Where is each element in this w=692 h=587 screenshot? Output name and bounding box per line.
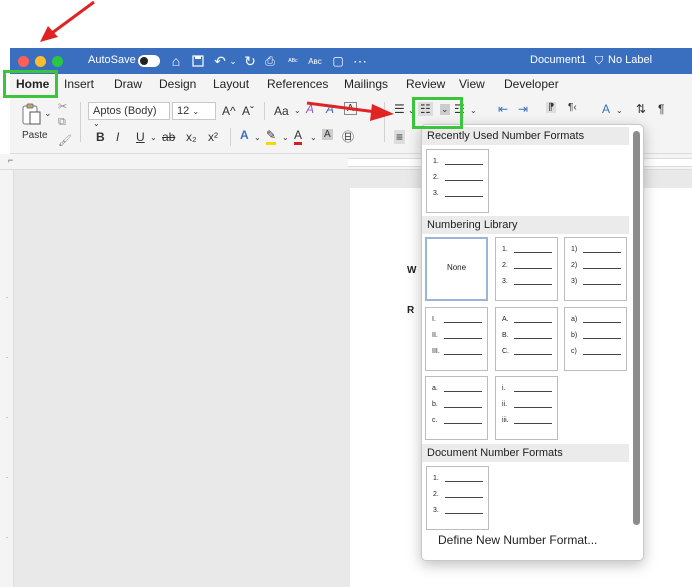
annotation-arrows xyxy=(40,0,394,121)
word-window: AutoSave ⌂ ↶ ⌄ ↻ ⎙ ᴬᴮᶜ Aʙᴄ ▢ ⋯ Document1… xyxy=(0,0,692,587)
arrow-head xyxy=(40,26,58,42)
arrow-to-numbering xyxy=(306,101,377,114)
arrow-to-home-tab xyxy=(51,0,95,35)
arrow-head xyxy=(370,104,394,121)
